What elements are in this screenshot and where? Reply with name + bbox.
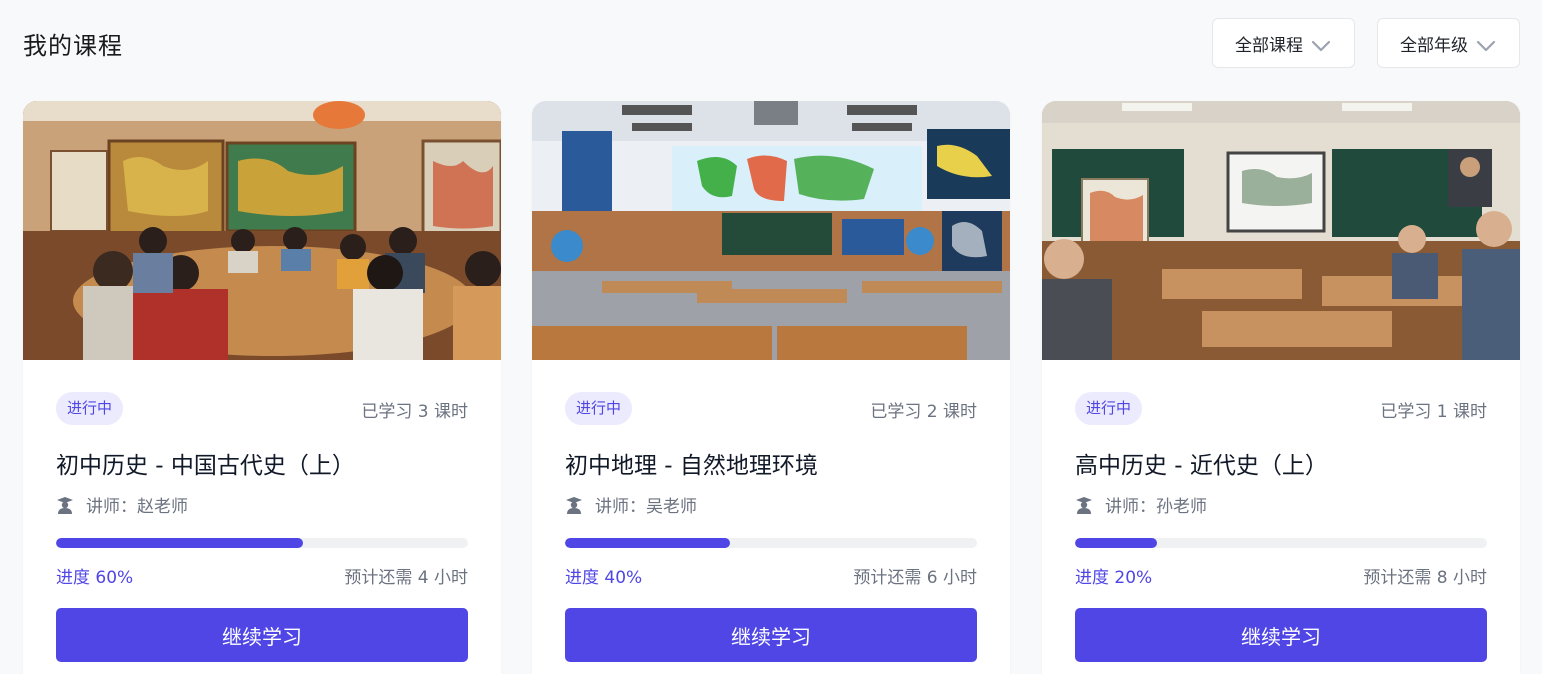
progress-bar <box>56 538 468 548</box>
course-filter-dropdown[interactable]: 全部课程 <box>1212 18 1355 68</box>
course-cover-image[interactable] <box>1042 101 1520 360</box>
progress-text: 进度 40% <box>565 568 643 588</box>
progress-fill <box>565 538 730 548</box>
page-title: 我的课程 <box>23 32 123 60</box>
grade-filter-label: 全部年级 <box>1400 35 1468 56</box>
course-title[interactable]: 高中历史 - 近代史（上） <box>1075 446 1328 480</box>
continue-learning-button[interactable]: 继续学习 <box>56 608 468 662</box>
remaining-time: 预计还需 8 小时 <box>1363 568 1487 588</box>
progress-bar <box>1075 538 1487 548</box>
lessons-learned: 已学习 3 课时 <box>361 402 468 422</box>
teacher-icon <box>56 496 74 514</box>
teacher-icon <box>1075 496 1093 514</box>
course-card[interactable]: 进行中 已学习 2 课时 初中地理 - 自然地理环境 讲师：吴老师 进度 40%… <box>532 101 1010 674</box>
teacher-info: 讲师：吴老师 <box>565 492 697 517</box>
course-card[interactable]: 进行中 已学习 1 课时 高中历史 - 近代史（上） 讲师：孙老师 进度 20%… <box>1042 101 1520 674</box>
lessons-learned: 已学习 2 课时 <box>870 402 977 422</box>
teacher-info: 讲师：赵老师 <box>56 492 188 517</box>
status-badge: 进行中 <box>1075 392 1143 425</box>
progress-fill <box>56 538 304 548</box>
teacher-name: 讲师：吴老师 <box>595 497 697 517</box>
progress-text: 进度 60% <box>56 568 134 588</box>
lessons-learned: 已学习 1 课时 <box>1380 402 1487 422</box>
grade-filter-dropdown[interactable]: 全部年级 <box>1377 18 1520 68</box>
progress-fill <box>1075 538 1158 548</box>
chevron-down-icon <box>1311 37 1331 52</box>
course-cover-image[interactable] <box>532 101 1010 360</box>
remaining-time: 预计还需 6 小时 <box>853 568 977 588</box>
status-badge: 进行中 <box>56 392 124 425</box>
course-title[interactable]: 初中地理 - 自然地理环境 <box>565 446 818 480</box>
continue-learning-button[interactable]: 继续学习 <box>1075 608 1487 662</box>
progress-bar <box>565 538 977 548</box>
remaining-time: 预计还需 4 小时 <box>344 568 468 588</box>
status-badge: 进行中 <box>565 392 633 425</box>
chevron-down-icon <box>1476 37 1496 52</box>
course-filter-label: 全部课程 <box>1235 35 1303 56</box>
teacher-name: 讲师：赵老师 <box>86 497 188 517</box>
continue-learning-button[interactable]: 继续学习 <box>565 608 977 662</box>
course-title[interactable]: 初中历史 - 中国古代史（上） <box>56 446 355 480</box>
course-card[interactable]: 进行中 已学习 3 课时 初中历史 - 中国古代史（上） 讲师：赵老师 进度 6… <box>23 101 501 674</box>
teacher-info: 讲师：孙老师 <box>1075 492 1207 517</box>
teacher-name: 讲师：孙老师 <box>1105 497 1207 517</box>
teacher-icon <box>565 496 583 514</box>
course-cover-image[interactable] <box>23 101 501 360</box>
progress-text: 进度 20% <box>1075 568 1153 588</box>
